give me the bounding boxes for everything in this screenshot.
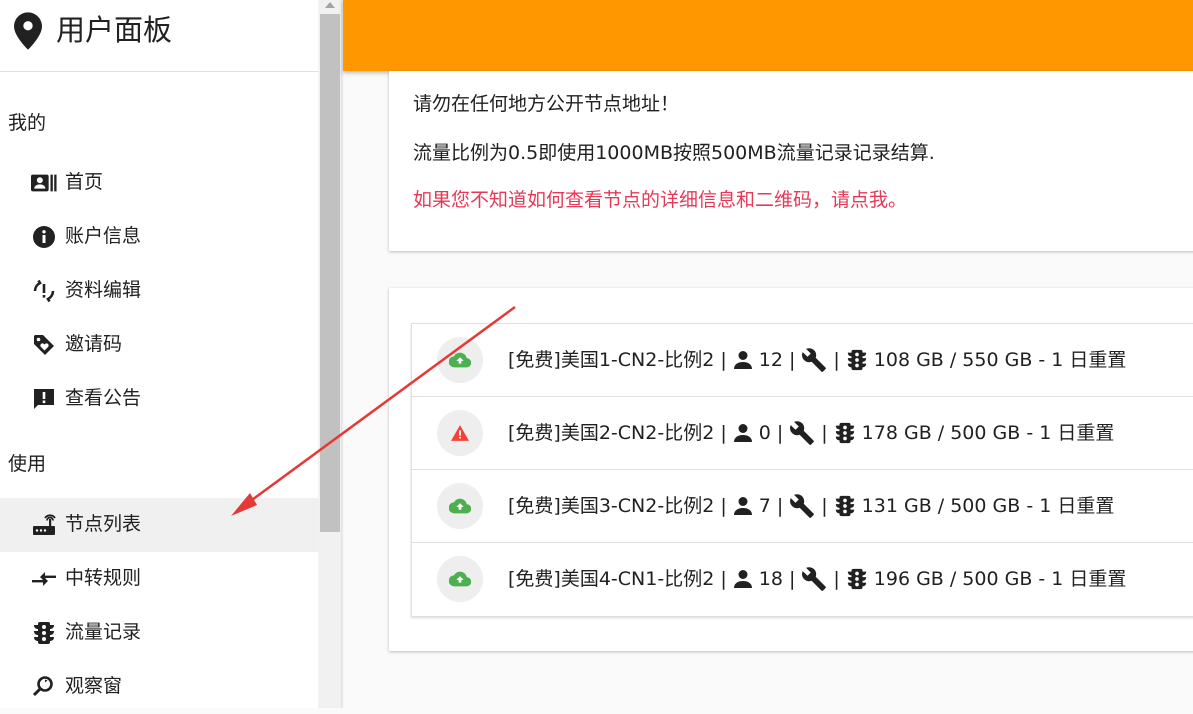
node-status-badge: [437, 556, 483, 602]
sidebar-item-announcements[interactable]: 查看公告: [0, 372, 318, 426]
sidebar-shadow: [341, 0, 344, 708]
person-icon: [733, 497, 752, 515]
notice-line-2: 流量比例为0.5即使用1000MB按照500MB流量记录记录结算.: [413, 142, 935, 164]
node-name: [免费]美国2-CN2-比例2 |: [508, 422, 727, 444]
sidebar-scrollbar-thumb[interactable]: [320, 14, 340, 532]
sidebar-item-node-list[interactable]: 节点列表: [0, 498, 318, 552]
node-name: [免费]美国1-CN2-比例2 |: [508, 349, 727, 371]
location-pin-icon: [14, 12, 42, 50]
sync-problem-icon: [31, 279, 57, 303]
compare-arrows-icon: [31, 567, 57, 591]
account-box-icon: [31, 171, 57, 195]
person-icon: [733, 424, 752, 442]
wrench-icon: [790, 494, 815, 518]
node-user-count: 0 |: [758, 422, 784, 444]
sidebar-item-label: 查看公告: [65, 387, 142, 409]
cloud-upload-icon: [449, 352, 471, 368]
wrench-icon: [802, 348, 827, 372]
sidebar-item-label: 首页: [65, 171, 104, 193]
sidebar-item-label: 观察窗: [65, 675, 123, 697]
sidebar-brand: 用户面板: [0, 0, 318, 72]
traffic-light-icon: [835, 495, 854, 517]
cloud-upload-icon: [449, 498, 471, 514]
loyalty-tag-icon: [31, 333, 57, 357]
node-traffic: 131 GB / 500 GB - 1 日重置: [861, 495, 1115, 517]
traffic-light-icon: [31, 621, 57, 645]
node-name: [免费]美国3-CN2-比例2 |: [508, 495, 727, 517]
node-user-count: 18 |: [758, 568, 796, 590]
node-info: [免费]美国4-CN1-比例2 | 18 | | 196 GB / 500 GB…: [508, 566, 1126, 592]
node-traffic: 196 GB / 500 GB - 1 日重置: [873, 568, 1127, 590]
section-header-use: 使用: [8, 453, 47, 475]
sidebar-item-home[interactable]: 首页: [0, 156, 318, 210]
sidebar-item-label: 资料编辑: [65, 279, 142, 301]
sidebar-item-invite[interactable]: 邀请码: [0, 318, 318, 372]
notice-help-link[interactable]: 如果您不知道如何查看节点的详细信息和二维码，请点我。: [413, 187, 907, 213]
node-row[interactable]: [免费]美国2-CN2-比例2 | 0 | | 178 GB / 500 GB …: [412, 397, 1193, 470]
node-info: [免费]美国1-CN2-比例2 | 12 | | 108 GB / 550 GB…: [508, 347, 1126, 373]
traffic-light-icon: [847, 349, 866, 371]
scroll-up-arrow-icon[interactable]: [325, 2, 335, 8]
sidebar: 用户面板 我的 首页 账户信息 资料编辑 邀请码 查看公告 使用 节点列表 中转…: [0, 0, 318, 708]
sidebar-title: 用户面板: [56, 13, 173, 47]
node-row[interactable]: [免费]美国1-CN2-比例2 | 12 | | 108 GB / 550 GB…: [412, 324, 1193, 397]
find-replace-icon: [31, 675, 57, 699]
section-header-mine: 我的: [8, 112, 47, 134]
node-separator: |: [821, 495, 828, 517]
node-user-count: 12 |: [758, 349, 796, 371]
sidebar-item-label: 邀请码: [65, 333, 123, 355]
node-status-badge: [437, 410, 483, 456]
sidebar-item-label: 账户信息: [65, 225, 142, 247]
node-separator: |: [833, 349, 840, 371]
sidebar-item-profile-edit[interactable]: 资料编辑: [0, 264, 318, 318]
node-status-badge: [437, 483, 483, 529]
wrench-icon: [802, 567, 827, 591]
sidebar-item-account[interactable]: 账户信息: [0, 210, 318, 264]
person-icon: [733, 570, 752, 588]
header-bar: [343, 0, 1193, 71]
node-user-count: 7 |: [758, 495, 784, 517]
info-icon: [31, 225, 57, 249]
wrench-icon: [790, 421, 815, 445]
node-separator: |: [833, 568, 840, 590]
node-traffic: 108 GB / 550 GB - 1 日重置: [873, 349, 1127, 371]
node-traffic: 178 GB / 500 GB - 1 日重置: [861, 422, 1115, 444]
sidebar-item-observer[interactable]: 观察窗: [0, 660, 318, 714]
sidebar-item-relay-rules[interactable]: 中转规则: [0, 552, 318, 606]
node-separator: |: [821, 422, 828, 444]
sidebar-item-traffic-log[interactable]: 流量记录: [0, 606, 318, 660]
node-name: [免费]美国4-CN1-比例2 |: [508, 568, 727, 590]
node-info: [免费]美国3-CN2-比例2 | 7 | | 131 GB / 500 GB …: [508, 493, 1114, 519]
person-icon: [733, 351, 752, 369]
sidebar-item-label: 流量记录: [65, 621, 142, 643]
cloud-upload-icon: [449, 571, 471, 587]
sidebar-item-label: 节点列表: [65, 513, 142, 535]
sidebar-item-label: 中转规则: [65, 567, 142, 589]
announcement-icon: [31, 387, 57, 411]
notice-card: 请勿在任何地方公开节点地址！ 流量比例为0.5即使用1000MB按照500MB流…: [389, 71, 1193, 251]
node-info: [免费]美国2-CN2-比例2 | 0 | | 178 GB / 500 GB …: [508, 420, 1114, 446]
node-list: [免费]美国1-CN2-比例2 | 12 | | 108 GB / 550 GB…: [411, 323, 1193, 617]
node-list-card: [免费]美国1-CN2-比例2 | 12 | | 108 GB / 550 GB…: [389, 288, 1193, 651]
traffic-light-icon: [847, 568, 866, 590]
warning-icon: [451, 425, 469, 441]
router-icon: [31, 513, 57, 537]
notice-line-1: 请勿在任何地方公开节点地址！: [413, 93, 680, 115]
node-status-badge: [437, 337, 483, 383]
traffic-light-icon: [835, 422, 854, 444]
node-row[interactable]: [免费]美国3-CN2-比例2 | 7 | | 131 GB / 500 GB …: [412, 470, 1193, 543]
node-row[interactable]: [免费]美国4-CN1-比例2 | 18 | | 196 GB / 500 GB…: [412, 543, 1193, 615]
